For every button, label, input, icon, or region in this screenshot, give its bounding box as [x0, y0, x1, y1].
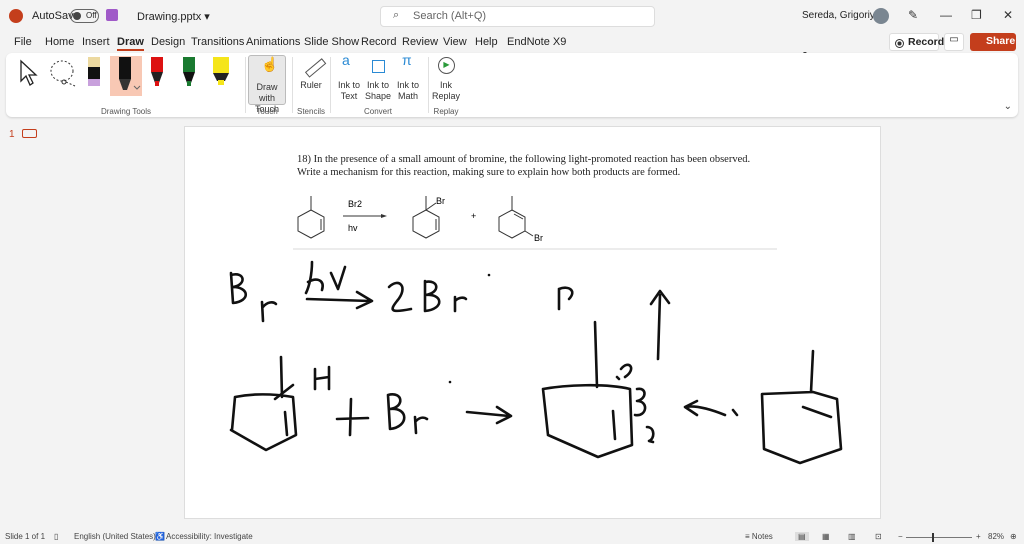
reading-view-icon[interactable]: ▥	[848, 532, 856, 541]
reagent-label: Br2	[348, 199, 362, 209]
search-placeholder: Search (Alt+Q)	[413, 10, 487, 22]
autosave-toggle[interactable]: Off	[70, 9, 99, 23]
accessibility-icon: ♿	[155, 532, 165, 541]
slide-sorter-icon[interactable]: ▦	[822, 532, 830, 541]
black-pen-selected[interactable]	[110, 56, 142, 96]
ruler-button[interactable]: Ruler	[298, 55, 327, 91]
plus-sign: +	[471, 211, 476, 221]
slide-drawing: Br2 hv Br + Br	[229, 196, 843, 465]
tab-transitions[interactable]: Transitions	[191, 36, 244, 48]
ink-to-math-button[interactable]: π Ink to Math	[394, 52, 422, 102]
search-icon: ⌕	[393, 9, 400, 21]
product1-br-label: Br	[436, 196, 445, 206]
ink-replay-label: Ink Replay	[432, 80, 461, 101]
slide-canvas[interactable]: 18) In the presence of a small amount of…	[184, 126, 881, 519]
ink-replay-button[interactable]: ▶ Ink Replay	[432, 55, 460, 102]
handwritten-ink	[229, 260, 843, 465]
ink-to-shape-button[interactable]: Ink to Shape	[364, 55, 392, 102]
group-stencils: Stencils	[296, 107, 325, 116]
restore-button[interactable]: ❐	[971, 8, 982, 22]
green-pen-icon[interactable]	[181, 56, 197, 88]
tab-file[interactable]: File	[14, 36, 32, 48]
ink-to-text-button[interactable]: a Ink to Text	[336, 52, 362, 102]
record-button[interactable]: Record	[889, 33, 944, 51]
tab-help[interactable]: Help	[475, 36, 498, 48]
slide-counter: Slide 1 of 1	[5, 532, 46, 541]
fit-to-window-icon[interactable]: ⊕	[1010, 532, 1017, 541]
tab-slide-show[interactable]: Slide Show	[304, 36, 359, 48]
yellow-highlighter-icon[interactable]	[212, 56, 230, 88]
group-convert: Convert	[363, 107, 392, 116]
tab-home[interactable]: Home	[45, 36, 74, 48]
ink-replay-icon: ▶	[438, 57, 455, 74]
eraser-pen-icon[interactable]	[86, 56, 102, 88]
draw-with-touch-button[interactable]: ☝ Draw with Touch	[248, 55, 286, 114]
accessibility-status[interactable]: Accessibility: Investigate	[166, 532, 253, 541]
file-name-dropdown[interactable]: Drawing.pptx ▾	[137, 10, 210, 23]
group-drawing-tools: Drawing Tools	[100, 107, 152, 116]
zoom-slider[interactable]	[906, 533, 972, 542]
zoom-in-button[interactable]: +	[976, 532, 981, 541]
black-pen-icon	[119, 57, 141, 90]
tab-insert[interactable]: Insert	[82, 36, 110, 48]
condition-label: hv	[348, 223, 358, 233]
select-arrow-icon[interactable]	[18, 59, 40, 87]
tab-draw[interactable]: Draw	[117, 36, 144, 51]
group-touch: Touch	[256, 107, 278, 116]
language-status[interactable]: English (United States)	[74, 532, 156, 541]
user-name: Sereda, Grigoriy A	[802, 10, 884, 21]
file-name: Drawing.pptx	[137, 11, 202, 23]
spellcheck-icon[interactable]: ▯	[54, 532, 58, 541]
close-button[interactable]: ✕	[1003, 8, 1013, 22]
avatar[interactable]	[873, 8, 889, 24]
ink-to-text-icon: a	[342, 52, 350, 68]
status-bar: Slide 1 of 1 ▯ English (United States) ♿…	[0, 530, 1024, 544]
ruler-label: Ruler	[300, 80, 322, 90]
collapse-ribbon-icon[interactable]: ⌄	[1004, 101, 1012, 112]
ribbon: Drawing Tools ☝ Draw with Touch Touch Ru…	[6, 53, 1018, 117]
tab-view[interactable]: View	[443, 36, 467, 48]
divider	[428, 57, 429, 113]
ruler-icon	[304, 58, 327, 78]
minimize-button[interactable]: —	[940, 8, 952, 22]
tab-design[interactable]: Design	[151, 36, 185, 48]
product2-structure	[498, 196, 534, 239]
powerpoint-logo-icon	[9, 9, 23, 23]
slide-thumbnail[interactable]	[22, 129, 37, 138]
search-input[interactable]: ⌕ Search (Alt+Q)	[380, 6, 655, 27]
notes-label: Notes	[751, 532, 773, 541]
touch-hand-icon: ☝	[261, 56, 279, 72]
slide-thumbnail-number: 1	[9, 129, 15, 140]
tab-animations[interactable]: Animations	[246, 36, 300, 48]
slideshow-icon[interactable]: ⊡	[875, 532, 882, 541]
ink-to-shape-label: Ink to Shape	[364, 80, 392, 101]
red-pen-icon[interactable]	[149, 56, 165, 88]
lasso-select-icon[interactable]	[48, 59, 78, 87]
ink-to-text-label: Ink to Text	[337, 80, 360, 101]
ink-to-math-label: Ink to Math	[396, 80, 419, 101]
product2-br-label: Br	[534, 233, 543, 243]
share-button[interactable]: Share	[970, 33, 1016, 51]
menu-bar: File Home Insert Draw Design Transitions…	[0, 34, 1024, 52]
zoom-out-button[interactable]: −	[898, 532, 903, 541]
normal-view-icon[interactable]: ▤	[795, 532, 809, 541]
notes-button[interactable]: ≡ Notes	[745, 532, 773, 541]
tab-endnote[interactable]: EndNote X9	[507, 36, 566, 48]
divider	[292, 57, 293, 113]
pen-icon[interactable]: ✎	[908, 8, 918, 22]
divider	[245, 57, 246, 113]
comments-button[interactable]: ▭	[944, 33, 964, 51]
group-replay: Replay	[433, 107, 459, 116]
tab-review[interactable]: Review	[402, 36, 438, 48]
zoom-level[interactable]: 82%	[988, 532, 1004, 541]
save-icon[interactable]	[106, 9, 118, 21]
ink-to-shape-icon	[372, 60, 385, 73]
reactant-structure	[297, 196, 325, 239]
zoom-slider-thumb[interactable]	[932, 533, 934, 542]
tab-record[interactable]: Record	[361, 36, 396, 48]
ink-to-math-icon: π	[402, 52, 412, 68]
divider	[330, 57, 331, 113]
title-bar: AutoSave Off Drawing.pptx ▾ ⌕ Search (Alt…	[0, 0, 1024, 32]
